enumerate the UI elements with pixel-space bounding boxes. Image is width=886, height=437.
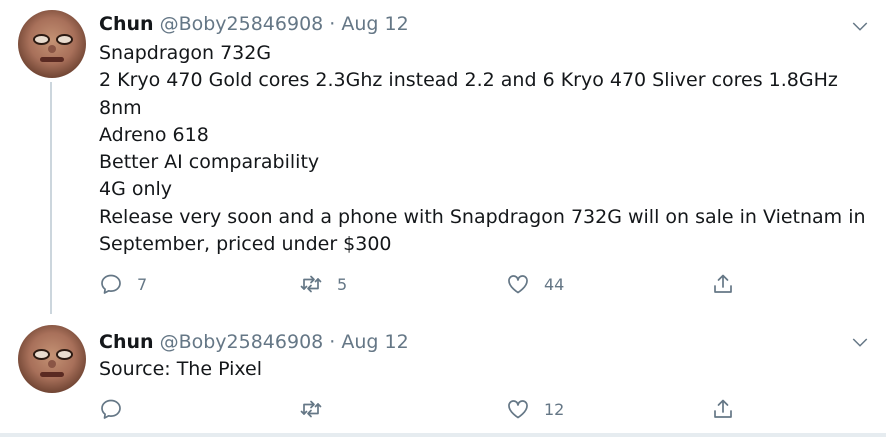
retweet-button[interactable] [299, 395, 337, 423]
reply-button[interactable] [99, 395, 137, 423]
avatar-eye [33, 349, 50, 360]
tweet-text-line: Adreno 618 [99, 123, 209, 146]
share-button[interactable] [711, 270, 735, 298]
tweet-header: Chun @Boby25846908 · Aug 12 [99, 11, 409, 37]
retweet-icon [300, 400, 322, 418]
tweet-text-line: 8nm [99, 96, 142, 119]
share-icon [714, 399, 732, 418]
heart-icon [508, 275, 528, 294]
share-icon [714, 274, 732, 293]
tweet[interactable]: Chun @Boby25846908 · Aug 12 Source: The … [0, 315, 886, 433]
author-handle[interactable]: @Boby25846908 [160, 331, 324, 353]
author-handle[interactable]: @Boby25846908 [160, 13, 324, 35]
like-button[interactable]: 12 [506, 395, 564, 423]
avatar-eye [56, 34, 73, 45]
reply-icon [101, 399, 121, 419]
avatar-nose [48, 360, 56, 368]
separator-dot: · [329, 331, 336, 353]
reply-button[interactable]: 7 [99, 270, 147, 298]
tweet-date[interactable]: Aug 12 [341, 331, 408, 353]
avatar-mouth [40, 57, 64, 62]
thread-line [50, 82, 52, 314]
tweet-text-line: Better AI comparability [99, 151, 320, 174]
chevron-down-icon[interactable] [851, 333, 869, 351]
like-count: 12 [544, 399, 565, 419]
tweet-text-line: Release very soon and a phone with Snapd… [99, 205, 866, 228]
author-name[interactable]: Chun [99, 331, 154, 353]
separator-dot: · [329, 13, 336, 35]
retweet-button[interactable]: 5 [299, 270, 347, 298]
tweet-text: Source: The Pixel [99, 356, 869, 383]
avatar-eye [56, 349, 73, 360]
tweet-text-line: Source: The Pixel [99, 358, 263, 380]
heart-icon [508, 400, 528, 419]
retweet-count: 5 [337, 274, 348, 294]
share-button[interactable] [711, 395, 735, 423]
tweet-actions: 12 [99, 395, 759, 423]
retweet-icon [300, 275, 322, 293]
reply-icon [101, 274, 121, 294]
like-button[interactable]: 44 [506, 270, 564, 298]
tweet-text-line: 4G only [99, 178, 173, 201]
reply-count: 7 [137, 274, 148, 294]
avatar-mouth [40, 372, 64, 377]
tweet-header: Chun @Boby25846908 · Aug 12 [99, 329, 409, 355]
avatar[interactable] [18, 325, 86, 393]
tweet-text: Snapdragon 732G 2 Kryo 470 Gold cores 2.… [99, 40, 869, 258]
author-name[interactable]: Chun [99, 13, 154, 35]
avatar[interactable] [18, 10, 86, 78]
tweet-text-line: September, priced under $300 [99, 233, 392, 256]
tweet-text-line: 2 Kryo 470 Gold cores 2.3Ghz instead 2.2… [99, 69, 838, 92]
divider [0, 433, 886, 437]
tweet-actions: 7 5 44 [99, 270, 759, 298]
chevron-down-icon[interactable] [851, 17, 869, 35]
tweet-text-line: Snapdragon 732G [99, 42, 272, 64]
tweet[interactable]: Chun @Boby25846908 · Aug 12 Snapdragon 7… [0, 0, 886, 315]
tweet-date[interactable]: Aug 12 [341, 13, 408, 35]
avatar-nose [48, 45, 56, 53]
like-count: 44 [544, 274, 565, 294]
avatar-eye [33, 34, 50, 45]
